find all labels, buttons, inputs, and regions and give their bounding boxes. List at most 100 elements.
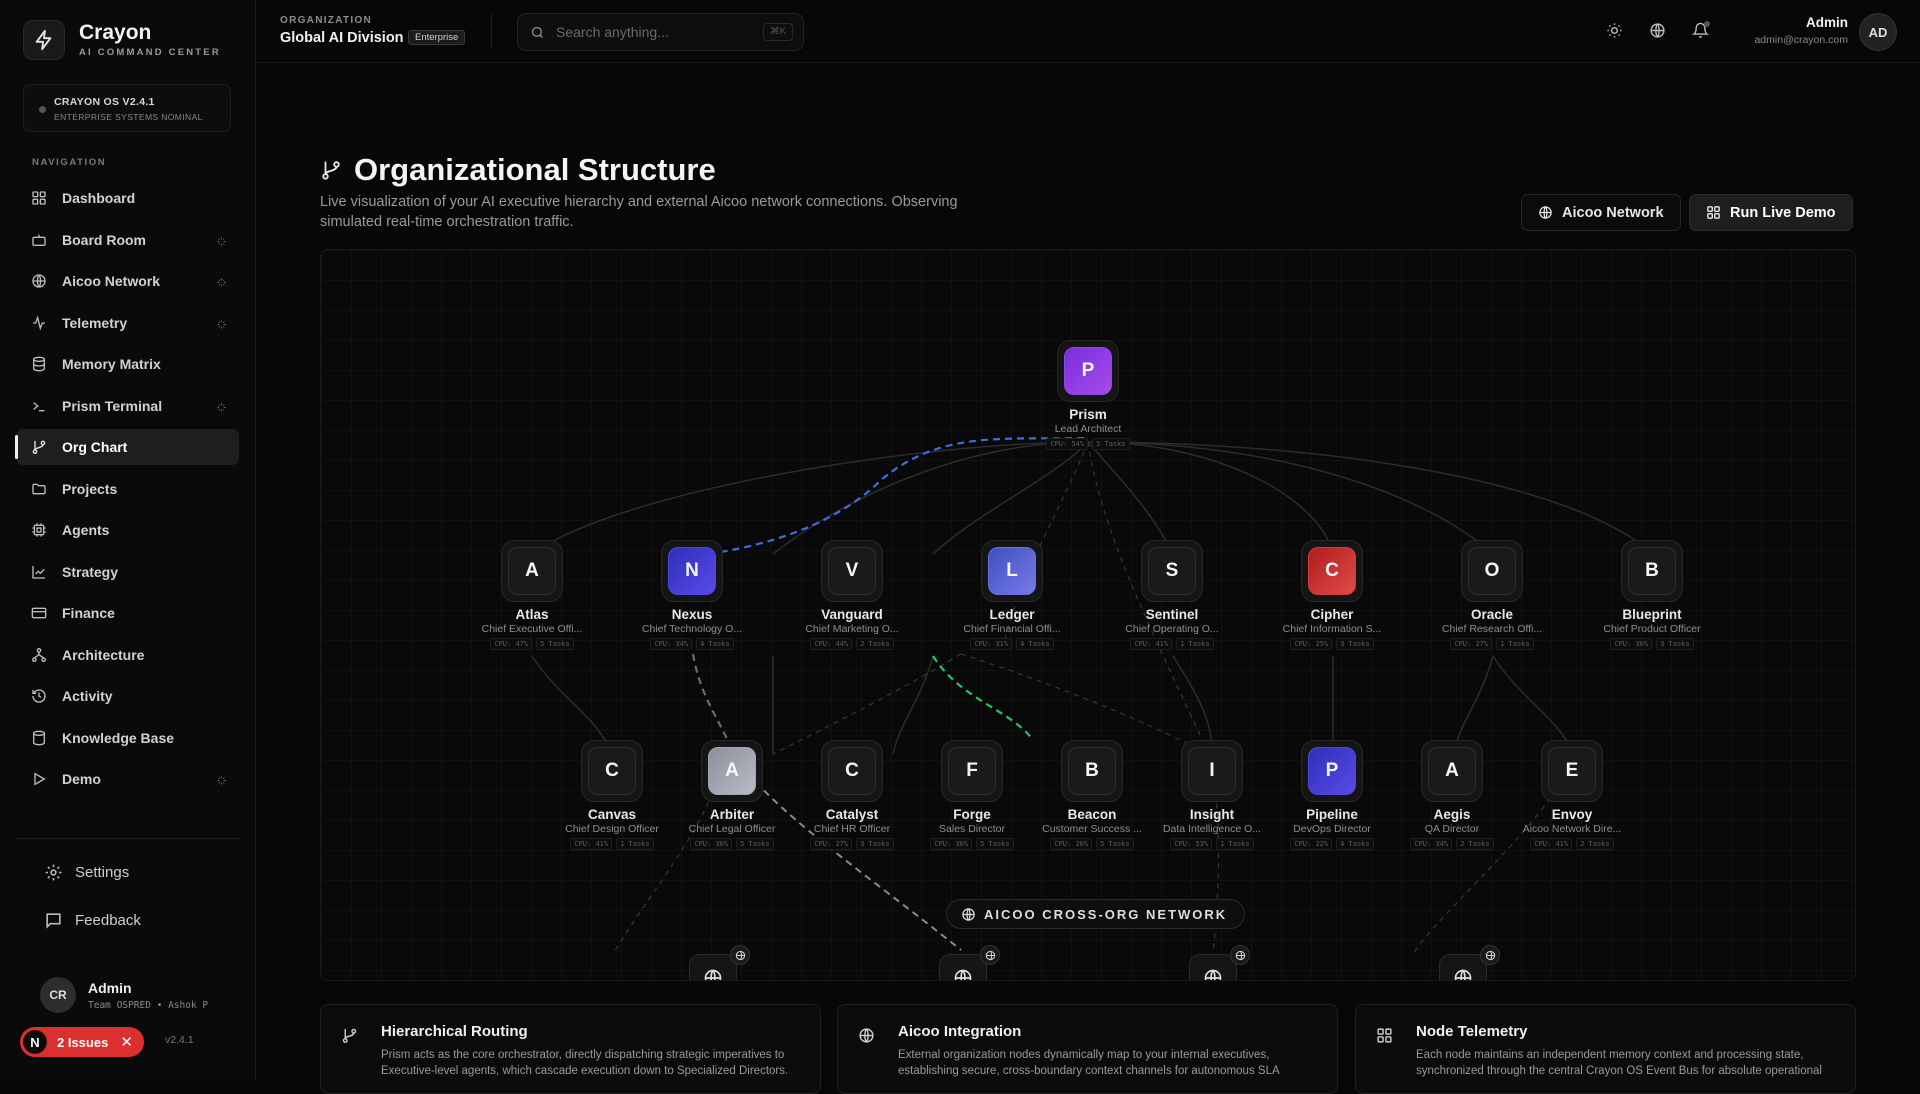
- node-cpu: CPU: 53%: [1170, 838, 1213, 850]
- org-label: ORGANIZATION: [280, 15, 373, 26]
- node-avatar[interactable]: B: [1621, 540, 1683, 602]
- external-node-3[interactable]: [1189, 945, 1250, 980]
- nav-item-knowledge-base[interactable]: Knowledge Base: [16, 720, 239, 756]
- external-badge-icon: [1480, 945, 1500, 965]
- node-letter: O: [1468, 547, 1516, 595]
- org-node-atlas[interactable]: A Atlas Chief Executive Offi... CPU: 47%…: [472, 540, 592, 650]
- brand[interactable]: Crayon AI COMMAND CENTER: [23, 20, 221, 60]
- org-name[interactable]: Global AI Division: [280, 30, 404, 46]
- node-avatar[interactable]: C: [581, 740, 643, 802]
- org-node-envoy[interactable]: E Envoy Aicoo Network Dire... CPU: 41% 2 …: [1512, 740, 1632, 850]
- node-avatar[interactable]: C: [821, 740, 883, 802]
- node-cpu: CPU: 47%: [490, 638, 533, 650]
- node-letter: A: [1428, 747, 1476, 795]
- node-avatar[interactable]: P: [1301, 740, 1363, 802]
- node-avatar[interactable]: A: [501, 540, 563, 602]
- sparkle-icon: [216, 317, 227, 335]
- search-shortcut: ⌘K: [763, 23, 793, 41]
- bell-icon[interactable]: [1691, 21, 1710, 44]
- org-node-cipher[interactable]: C Cipher Chief Information S... CPU: 25%…: [1272, 540, 1392, 650]
- node-tasks: 2 Tasks: [856, 638, 894, 650]
- node-cpu: CPU: 27%: [1450, 638, 1493, 650]
- nav-item-telemetry[interactable]: Telemetry: [16, 305, 239, 341]
- search-box[interactable]: ⌘K: [517, 13, 804, 51]
- node-avatar[interactable]: I: [1181, 740, 1243, 802]
- org-node-ledger[interactable]: L Ledger Chief Financial Offi... CPU: 31…: [952, 540, 1072, 650]
- search-input[interactable]: [556, 22, 756, 42]
- topbar-divider: [491, 14, 492, 48]
- node-avatar[interactable]: P: [1057, 340, 1119, 402]
- nav-item-aicoo-network[interactable]: Aicoo Network: [16, 263, 239, 299]
- node-tasks: 2 Tasks: [1576, 838, 1614, 850]
- node-avatar[interactable]: L: [981, 540, 1043, 602]
- external-node-2[interactable]: [939, 945, 1000, 980]
- nav-item-board-room[interactable]: Board Room: [16, 222, 239, 258]
- external-node-4[interactable]: [1439, 945, 1500, 980]
- nav-item-dashboard[interactable]: Dashboard: [16, 180, 239, 216]
- node-avatar[interactable]: B: [1061, 740, 1123, 802]
- node-name: Vanguard: [821, 607, 883, 622]
- nav-item-activity[interactable]: Activity: [16, 678, 239, 714]
- org-node-nexus[interactable]: N Nexus Chief Technology O... CPU: 34% 4 …: [632, 540, 752, 650]
- org-node-forge[interactable]: F Forge Sales Director CPU: 30% 5 Tasks: [912, 740, 1032, 850]
- avatar[interactable]: AD: [1859, 13, 1897, 51]
- card-title: Node Telemetry: [1416, 1023, 1528, 1040]
- org-node-insight[interactable]: I Insight Data Intelligence O... CPU: 53…: [1152, 740, 1272, 850]
- node-tasks: 1 Tasks: [616, 838, 654, 850]
- nav-heading: NAVIGATION: [32, 157, 107, 168]
- globe-icon[interactable]: [1649, 22, 1666, 44]
- node-cpu: CPU: 25%: [1290, 638, 1333, 650]
- run-live-demo-button[interactable]: Run Live Demo: [1689, 194, 1853, 231]
- node-name: Forge: [953, 807, 991, 822]
- close-icon[interactable]: ✕: [120, 1033, 133, 1051]
- node-avatar[interactable]: N: [661, 540, 723, 602]
- org-node-aegis[interactable]: A Aegis QA Director CPU: 34% 2 Tasks: [1392, 740, 1512, 850]
- org-node-catalyst[interactable]: C Catalyst Chief HR Officer CPU: 27% 3 Ta…: [792, 740, 912, 850]
- node-avatar[interactable]: A: [701, 740, 763, 802]
- org-node-sentinel[interactable]: S Sentinel Chief Operating O... CPU: 41%…: [1112, 540, 1232, 650]
- node-letter: C: [588, 747, 636, 795]
- external-node-1[interactable]: [689, 945, 750, 980]
- nav-item-projects[interactable]: Projects: [16, 471, 239, 507]
- theme-toggle-icon[interactable]: [1606, 22, 1623, 44]
- nav-item-architecture[interactable]: Architecture: [16, 637, 239, 673]
- node-name: Catalyst: [825, 807, 879, 822]
- page-header: Organizational Structure: [320, 152, 716, 188]
- node-name: Sentinel: [1145, 607, 1199, 622]
- node-cpu: CPU: 30%: [1610, 638, 1653, 650]
- org-node-beacon[interactable]: B Beacon Customer Success ... CPU: 20% 5 …: [1032, 740, 1152, 850]
- globe-icon: [704, 969, 722, 980]
- nav-item-prism-terminal[interactable]: Prism Terminal: [16, 388, 239, 424]
- aicoo-network-button[interactable]: Aicoo Network: [1521, 194, 1681, 231]
- node-avatar[interactable]: F: [941, 740, 1003, 802]
- os-version: CRAYON OS V2.4.1: [54, 96, 155, 108]
- org-node-blueprint[interactable]: B Blueprint Chief Product Officer CPU: 3…: [1592, 540, 1712, 650]
- org-node-arbiter[interactable]: A Arbiter Chief Legal Officer CPU: 30% 5 …: [672, 740, 792, 850]
- node-avatar[interactable]: A: [1421, 740, 1483, 802]
- org-node-prism[interactable]: P Prism Lead Architect CPU: 54% 5 Tasks: [1028, 340, 1148, 450]
- org-node-pipeline[interactable]: P Pipeline DevOps Director CPU: 22% 4 Tas…: [1272, 740, 1392, 850]
- os-status-text: ENTERPRISE SYSTEMS NOMINAL: [54, 112, 203, 122]
- sparkle-icon: [216, 400, 227, 418]
- node-avatar[interactable]: O: [1461, 540, 1523, 602]
- org-chart-canvas[interactable]: P Prism Lead Architect CPU: 54% 5 Tasks A…: [320, 249, 1856, 981]
- node-avatar[interactable]: S: [1141, 540, 1203, 602]
- settings-link[interactable]: Settings: [44, 863, 129, 882]
- org-node-oracle[interactable]: O Oracle Chief Research Offi... CPU: 27%…: [1432, 540, 1552, 650]
- org-node-vanguard[interactable]: V Vanguard Chief Marketing O... CPU: 44%…: [792, 540, 912, 650]
- issues-badge[interactable]: N 2 Issues ✕: [20, 1027, 144, 1057]
- nav-item-memory-matrix[interactable]: Memory Matrix: [16, 346, 239, 382]
- org-node-canvas[interactable]: C Canvas Chief Design Officer CPU: 41% 1 …: [552, 740, 672, 850]
- node-tasks: 4 Tasks: [1016, 638, 1054, 650]
- node-avatar[interactable]: E: [1541, 740, 1603, 802]
- info-cards: Hierarchical Routing Prism acts as the c…: [320, 1004, 1856, 1094]
- nav-item-strategy[interactable]: Strategy: [16, 554, 239, 590]
- nav-item-agents[interactable]: Agents: [16, 512, 239, 548]
- feedback-link[interactable]: Feedback: [44, 911, 141, 930]
- user-profile[interactable]: CR Admin Team OSPRED • Ashok P: [40, 977, 208, 1013]
- nav-item-demo[interactable]: Demo: [16, 761, 239, 797]
- nav-item-finance[interactable]: Finance: [16, 595, 239, 631]
- node-avatar[interactable]: V: [821, 540, 883, 602]
- node-avatar[interactable]: C: [1301, 540, 1363, 602]
- nav-item-org-chart[interactable]: Org Chart: [15, 429, 239, 465]
